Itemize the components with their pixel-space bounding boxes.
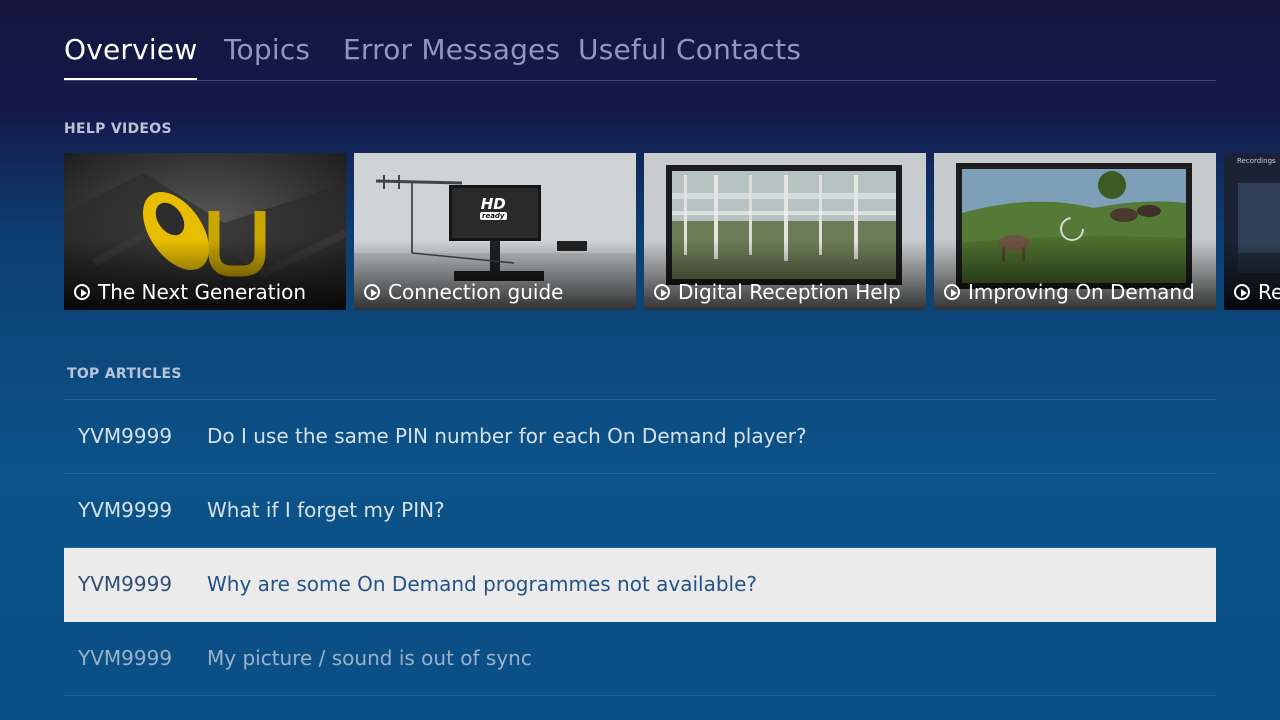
video-title: Re [1258,280,1280,304]
tab-topics[interactable]: Topics [224,30,310,70]
hd-ready-badge: HD ready [480,197,507,220]
article-row-selected[interactable]: YVM9999 Why are some On Demand programme… [64,548,1216,622]
top-articles-heading: TOP ARTICLES [67,366,182,382]
article-title: My picture / sound is out of sync [207,646,532,670]
article-row[interactable]: YVM9999 Do I use the same PIN number for… [64,400,1216,474]
video-title: Digital Reception Help [678,280,901,304]
recordings-header: Recordings [1237,157,1276,165]
play-icon [654,284,670,300]
brand-logo-letter: U [214,203,215,204]
play-icon [1234,284,1250,300]
article-code: YVM9999 [78,572,173,596]
video-title: The Next Generation [98,280,307,304]
tab-bar: Overview Topics Error Messages Useful Co… [64,30,1216,81]
video-card-digital-reception[interactable]: Digital Reception Help [644,153,926,310]
tab-useful-contacts[interactable]: Useful Contacts [578,30,801,70]
article-code: YVM9999 [78,424,173,448]
hd-badge-text: HD [480,195,506,213]
help-videos-heading: HELP VIDEOS [64,121,172,137]
article-code: YVM9999 [78,646,173,670]
play-icon [74,284,90,300]
article-code: YVM9999 [78,498,173,522]
tab-error-messages[interactable]: Error Messages [343,30,560,70]
video-card-connection-guide[interactable]: HD ready Connection guide [354,153,636,310]
article-title: What if I forget my PIN? [207,498,445,522]
articles-list: YVM9999 Do I use the same PIN number for… [64,399,1216,696]
video-card-improving-on-demand[interactable]: Improving On Demand [934,153,1216,310]
article-row[interactable]: YVM9999 What if I forget my PIN? [64,474,1216,548]
play-icon [944,284,960,300]
video-card-recordings[interactable]: Recordings Re [1224,153,1280,310]
article-row[interactable]: YVM9999 My picture / sound is out of syn… [64,622,1216,696]
ready-badge-text: ready [480,212,507,220]
video-title: Improving On Demand [968,280,1195,304]
tab-overview[interactable]: Overview [64,30,198,80]
article-title: Do I use the same PIN number for each On… [207,424,807,448]
play-icon [364,284,380,300]
article-title: Why are some On Demand programmes not av… [207,572,758,596]
video-title: Connection guide [388,280,564,304]
video-card-next-generation[interactable]: U The Next Generation [64,153,346,310]
